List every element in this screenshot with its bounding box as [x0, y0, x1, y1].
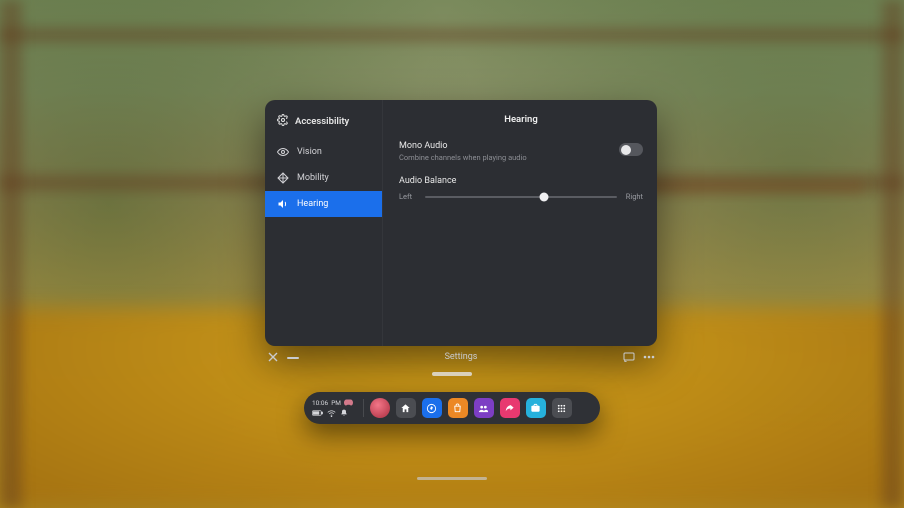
dock-status[interactable]: 10:06 PM [312, 399, 357, 417]
sound-icon [277, 198, 289, 210]
sidebar-header: Accessibility [265, 106, 382, 139]
dock-app-share[interactable] [500, 398, 520, 418]
sidebar-item-vision[interactable]: Vision [265, 139, 382, 165]
sidebar-title: Accessibility [295, 116, 349, 127]
mono-audio-sub: Combine channels when playing audio [399, 153, 527, 162]
sidebar-item-label: Mobility [297, 173, 329, 183]
sidebar-item-label: Hearing [297, 199, 328, 209]
audio-balance-label: Audio Balance [399, 176, 643, 186]
background-beam [882, 0, 904, 508]
settings-window: Accessibility Vision Mobility Hearing He… [265, 100, 657, 346]
sidebar-item-mobility[interactable]: Mobility [265, 165, 382, 191]
mono-audio-row: Mono Audio Combine channels when playing… [399, 139, 643, 172]
dock-avatar[interactable] [370, 398, 390, 418]
controller-icon [344, 399, 353, 408]
dock-app-explore[interactable] [422, 398, 442, 418]
background-beam [0, 28, 904, 42]
dock-app-home[interactable] [396, 398, 416, 418]
sidebar-item-hearing[interactable]: Hearing [265, 191, 382, 217]
sidebar-item-label: Vision [297, 147, 322, 157]
window-chrome: Settings [267, 348, 655, 366]
cast-button[interactable] [623, 352, 635, 362]
audio-balance-block: Audio Balance Left Right [399, 176, 643, 201]
window-title: Settings [267, 352, 655, 362]
clock-time: 10:06 [312, 400, 328, 407]
content-title: Hearing [399, 110, 643, 139]
dock-app-camera[interactable] [526, 398, 546, 418]
window-grab-handle[interactable] [432, 372, 472, 376]
clock-meridiem: PM [331, 400, 341, 407]
mono-audio-toggle[interactable] [619, 143, 643, 156]
mono-audio-label: Mono Audio [399, 141, 527, 151]
slider-thumb[interactable] [540, 192, 549, 201]
move-icon [277, 172, 289, 184]
gear-icon [277, 114, 289, 129]
dock-divider [363, 399, 364, 417]
background-beam [0, 0, 22, 508]
dock-app-people[interactable] [474, 398, 494, 418]
minimize-button[interactable] [287, 357, 299, 359]
settings-sidebar: Accessibility Vision Mobility Hearing [265, 100, 383, 346]
balance-right-label: Right [623, 192, 643, 201]
balance-left-label: Left [399, 192, 419, 201]
more-button[interactable] [643, 355, 655, 359]
home-handle[interactable] [417, 477, 487, 480]
wifi-icon [327, 410, 336, 417]
toggle-knob [621, 145, 631, 155]
dock-app-store[interactable] [448, 398, 468, 418]
battery-icon [312, 410, 323, 416]
settings-content: Hearing Mono Audio Combine channels when… [383, 100, 657, 346]
bell-icon [340, 409, 348, 417]
eye-icon [277, 146, 289, 158]
dock-app-library[interactable] [552, 398, 572, 418]
audio-balance-slider[interactable] [425, 196, 617, 198]
system-dock: 10:06 PM [304, 392, 600, 424]
close-button[interactable] [267, 351, 279, 363]
